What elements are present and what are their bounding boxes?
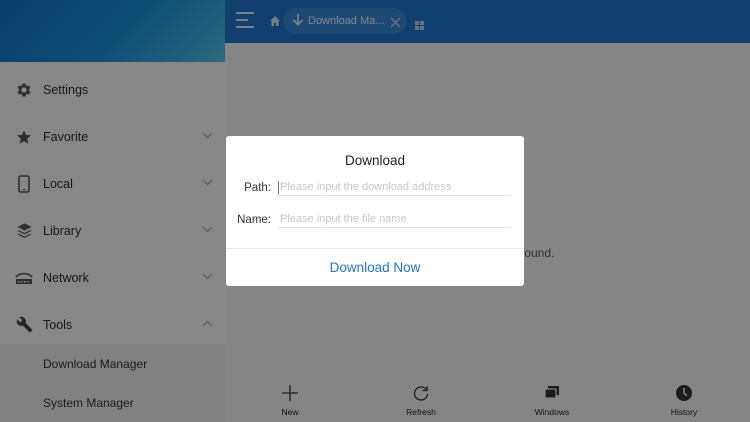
path-label: Path: (244, 182, 271, 194)
dialog-title: Download (344, 153, 406, 168)
name-label: Name: (237, 214, 271, 226)
path-input[interactable] (278, 180, 511, 196)
text-cursor (278, 181, 279, 194)
download-now-button[interactable]: Download Now (226, 249, 524, 286)
name-input[interactable] (278, 212, 511, 228)
download-dialog: Download Path: Name: Download Now (226, 136, 524, 286)
